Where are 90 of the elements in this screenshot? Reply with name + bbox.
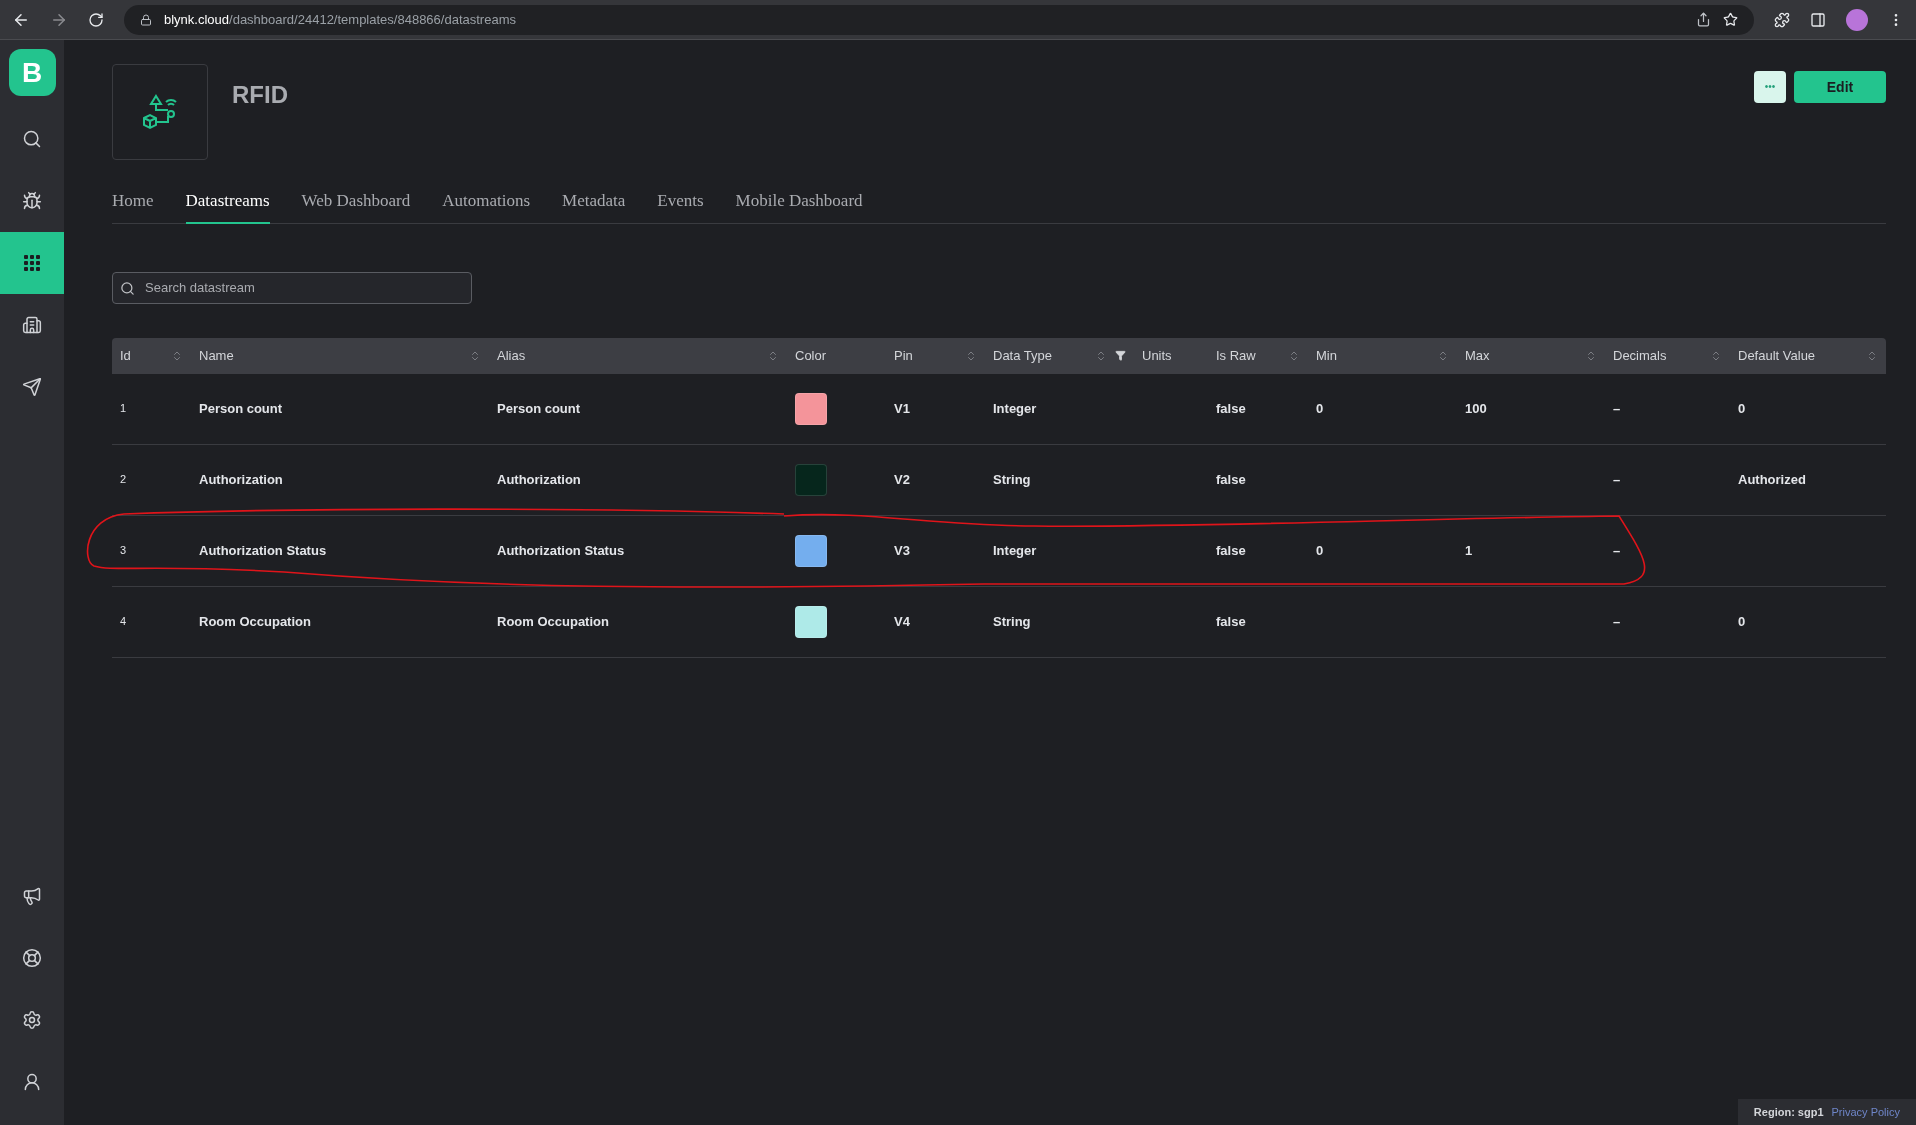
table-cell-text: 0 bbox=[1316, 399, 1324, 418]
column-header[interactable]: Decimals bbox=[1613, 345, 1667, 366]
tab[interactable]: Mobile Dashboard bbox=[735, 188, 863, 224]
tab[interactable]: Home bbox=[112, 188, 154, 224]
search-field[interactable]: Search datastream bbox=[112, 271, 472, 304]
sort-icon[interactable] bbox=[1095, 349, 1107, 362]
table-cell-text: 100 bbox=[1465, 399, 1487, 418]
column-header[interactable]: Max bbox=[1465, 345, 1490, 366]
table-cell-text: Authorized bbox=[1738, 470, 1806, 489]
edit-button[interactable]: Edit bbox=[1794, 71, 1886, 103]
table-cell-text: – bbox=[1613, 612, 1621, 631]
table-cell-text: false bbox=[1216, 612, 1246, 631]
sidebar-item[interactable] bbox=[0, 232, 64, 294]
table-cell-text: V1 bbox=[894, 399, 910, 418]
table-cell-text: Authorization bbox=[497, 470, 581, 489]
table-cell-text: V4 bbox=[894, 612, 910, 631]
column-header[interactable]: Name bbox=[199, 345, 234, 366]
table-cell-text: 0 bbox=[1738, 612, 1746, 631]
column-header[interactable]: Units bbox=[1142, 345, 1172, 366]
table-cell-text: 0 bbox=[1316, 541, 1324, 560]
table-cell-text: String bbox=[993, 612, 1031, 631]
grid-icon bbox=[23, 254, 41, 272]
table-cell-text: Integer bbox=[993, 399, 1037, 418]
table-cell-text: Authorization Status bbox=[497, 541, 625, 560]
tab[interactable]: Web Dashboard bbox=[301, 188, 411, 224]
column-header[interactable]: Alias bbox=[497, 345, 526, 366]
column-header[interactable]: Default Value bbox=[1738, 345, 1816, 366]
template-title: RFID bbox=[232, 80, 288, 110]
sort-icon[interactable] bbox=[1585, 349, 1597, 362]
table-cell-text: false bbox=[1216, 399, 1246, 418]
address-bar[interactable]: blynk.cloud/dashboard/24412/templates/848866/datastreams bbox=[124, 4, 1754, 35]
table-cell-text: Authorization Status bbox=[199, 541, 327, 560]
sort-icon[interactable] bbox=[767, 349, 779, 362]
puzzle-icon[interactable] bbox=[1774, 11, 1790, 28]
table-cell-text: Room Occupation bbox=[497, 612, 609, 631]
url-text: blynk.cloud/dashboard/24412/templates/848866/datastreams bbox=[164, 10, 516, 29]
tab[interactable]: Automations bbox=[442, 188, 531, 224]
table-cell-text: Integer bbox=[993, 541, 1037, 560]
bug-icon bbox=[22, 191, 42, 211]
search-icon bbox=[22, 129, 42, 149]
sort-icon[interactable] bbox=[469, 349, 481, 362]
table-cell-text: false bbox=[1216, 470, 1246, 489]
sort-icon[interactable] bbox=[171, 349, 183, 362]
table-cell-text: false bbox=[1216, 541, 1246, 560]
table-cell-text: String bbox=[993, 470, 1031, 489]
column-header[interactable]: Id bbox=[120, 345, 131, 366]
settings-icon bbox=[22, 1010, 42, 1030]
building-icon bbox=[22, 315, 42, 335]
table-cell-text: V3 bbox=[894, 541, 910, 560]
table-cell-text: Room Occupation bbox=[199, 612, 311, 631]
star-icon[interactable] bbox=[1723, 12, 1738, 27]
user-icon bbox=[22, 1072, 42, 1092]
table-cell-text: Person count bbox=[497, 399, 581, 418]
column-header[interactable]: Data Type bbox=[993, 345, 1053, 366]
table-cell-text: – bbox=[1613, 399, 1621, 418]
sort-icon[interactable] bbox=[1710, 349, 1722, 362]
table-cell-text: 1 bbox=[120, 401, 127, 417]
column-header[interactable]: Min bbox=[1316, 345, 1337, 366]
table-cell-text: Authorization bbox=[199, 470, 283, 489]
table-cell-text: – bbox=[1613, 470, 1621, 489]
search-icon bbox=[120, 280, 135, 296]
column-header[interactable]: Color bbox=[795, 345, 827, 366]
tab[interactable]: Events bbox=[657, 188, 704, 224]
megaphone-icon bbox=[22, 886, 42, 906]
lock-icon bbox=[140, 13, 152, 26]
reload-icon[interactable] bbox=[88, 11, 104, 28]
sort-icon[interactable] bbox=[1288, 349, 1300, 362]
sort-icon[interactable] bbox=[965, 349, 977, 362]
table-cell-text: 1 bbox=[1465, 541, 1473, 560]
privacy-policy-link[interactable]: Privacy Policy bbox=[1831, 1103, 1900, 1121]
side-panel-icon[interactable] bbox=[1810, 11, 1826, 28]
region-label: Region: sgp1 bbox=[1753, 1104, 1824, 1120]
share-icon[interactable] bbox=[1696, 12, 1711, 27]
table-cell-text: – bbox=[1613, 541, 1621, 560]
column-header[interactable]: Pin bbox=[894, 345, 913, 366]
sort-icon[interactable] bbox=[1437, 349, 1449, 362]
lifebuoy-icon bbox=[22, 948, 42, 968]
paper-plane-icon bbox=[22, 377, 42, 397]
sort-icon[interactable] bbox=[1866, 349, 1878, 362]
table-cell-text: 0 bbox=[1738, 399, 1746, 418]
tab[interactable]: Datastreams bbox=[185, 188, 270, 224]
column-header[interactable]: Is Raw bbox=[1216, 345, 1256, 366]
table-cell-text: 3 bbox=[120, 543, 127, 559]
filter-icon[interactable] bbox=[1115, 350, 1126, 361]
table-cell-text: 4 bbox=[120, 614, 127, 630]
profile-avatar[interactable] bbox=[1846, 8, 1868, 31]
table-cell-text: 2 bbox=[120, 472, 127, 488]
table-cell-text: Person count bbox=[199, 399, 283, 418]
table-cell-text: V2 bbox=[894, 470, 910, 489]
tab[interactable]: Metadata bbox=[562, 188, 626, 224]
